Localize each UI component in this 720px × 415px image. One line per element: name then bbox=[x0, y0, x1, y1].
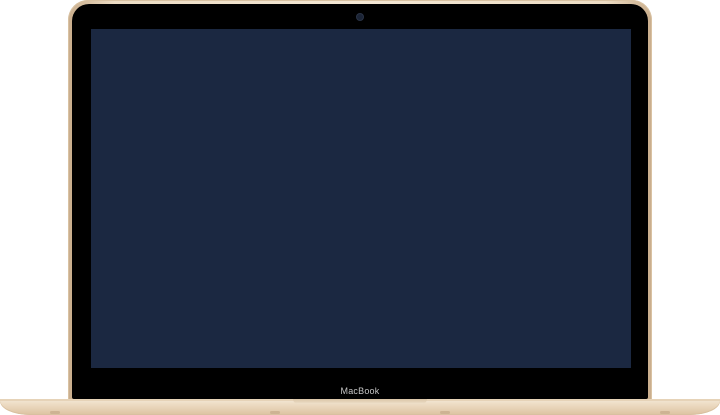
right-mid-foot bbox=[440, 411, 450, 414]
left-mid-foot bbox=[270, 411, 280, 414]
camera-icon bbox=[357, 14, 363, 20]
model-label: MacBook bbox=[340, 386, 380, 396]
left-foot bbox=[50, 411, 60, 414]
right-foot bbox=[660, 411, 670, 414]
opening-notch bbox=[293, 399, 427, 404]
display-screen bbox=[91, 29, 631, 368]
